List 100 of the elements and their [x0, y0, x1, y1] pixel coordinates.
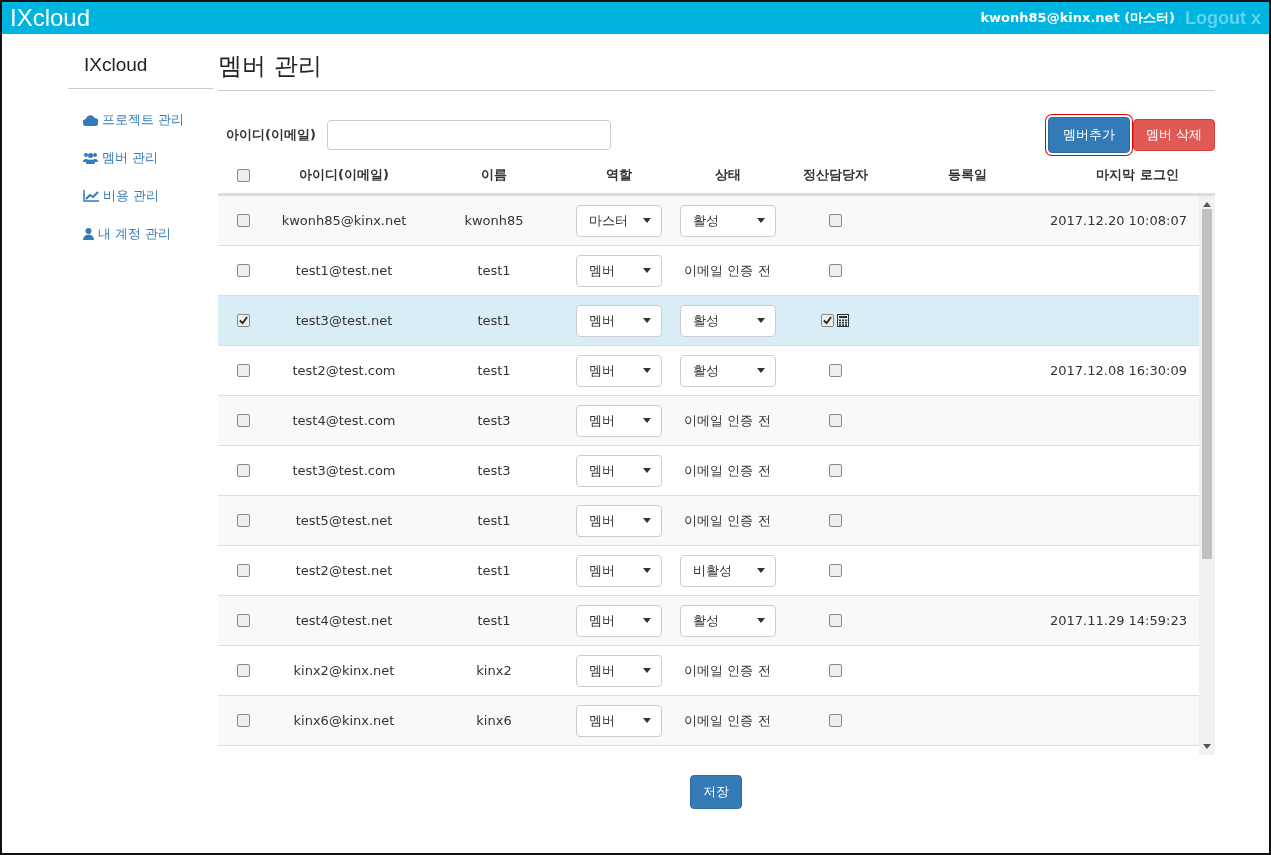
email-cell-text: test2@test.com [291, 363, 397, 378]
caret-icon [756, 368, 765, 373]
billing-checkbox[interactable] [828, 564, 842, 577]
email-cell-text: test5@test.net [294, 513, 394, 528]
row-checkbox[interactable] [236, 414, 250, 427]
sidebar-item[interactable]: 프로젝트 관리 [83, 111, 213, 129]
column-header: 역할 [605, 166, 633, 184]
row-checkbox[interactable] [236, 614, 250, 627]
row-checkbox[interactable] [236, 714, 250, 727]
role-select[interactable]: 멤버 [576, 304, 662, 337]
row-checkbox[interactable] [236, 314, 250, 327]
app-brand: IXcloud [10, 4, 92, 32]
billing-checkbox[interactable] [828, 264, 842, 277]
page-title: 멤버 관리 [218, 34, 1215, 91]
role-select[interactable]: 멤버 [576, 254, 662, 287]
caret-icon [643, 468, 651, 473]
column-header: 마지막 로그인 [1095, 166, 1180, 184]
caret-icon [643, 668, 651, 673]
name-cell-text: test3 [476, 413, 512, 428]
line-chart-icon [83, 190, 99, 202]
name-cell-text: test1 [476, 263, 512, 278]
billing-checkbox[interactable] [828, 414, 842, 427]
role-select[interactable]: 멤버 [576, 654, 662, 687]
caret-icon [643, 568, 651, 573]
sidebar-item[interactable]: 비용 관리 [83, 187, 213, 205]
email-cell-text: kinx6@kinx.net [292, 713, 396, 728]
caret-icon [643, 318, 651, 323]
billing-checkbox[interactable] [828, 664, 842, 677]
billing-checkbox[interactable] [828, 714, 842, 727]
billing-checkbox[interactable] [828, 364, 842, 377]
search-field[interactable] [326, 120, 611, 150]
status-select[interactable]: 활성 [679, 304, 776, 337]
status-select[interactable]: 활성 [679, 604, 776, 637]
row-checkbox[interactable] [236, 564, 250, 577]
billing-checkbox[interactable] [828, 614, 842, 627]
status-select[interactable]: 활성 [679, 354, 776, 387]
users-icon [83, 152, 98, 164]
billing-checkbox[interactable] [821, 314, 834, 327]
scroll-up-icon[interactable] [1202, 202, 1211, 207]
scroll-down-icon[interactable] [1202, 744, 1211, 749]
name-cell-text: kinx2 [475, 663, 513, 678]
email-cell-text: kwonh85@kinx.net [280, 213, 408, 228]
cloud-icon [83, 114, 98, 126]
email-cell-text: test3@test.com [291, 463, 397, 478]
status-text: 이메일 인증 전 [684, 261, 771, 280]
row-checkbox[interactable] [236, 214, 250, 227]
row-checkbox[interactable] [236, 514, 250, 527]
last-login-cell: 2017.12.08 16:30:09 [1050, 363, 1187, 378]
name-cell-text: test1 [476, 313, 512, 328]
status-select[interactable]: 활성 [679, 204, 776, 237]
status-text: 이메일 인증 전 [684, 711, 771, 730]
billing-checkbox[interactable] [828, 214, 842, 227]
row-checkbox[interactable] [236, 364, 250, 377]
name-cell-text: kinx6 [475, 713, 513, 728]
email-cell-text: kinx2@kinx.net [292, 663, 396, 678]
column-header: 상태 [713, 166, 742, 184]
caret-icon [643, 418, 651, 423]
row-checkbox[interactable] [236, 464, 250, 477]
user-icon [83, 228, 94, 240]
caret-icon [756, 318, 765, 323]
role-select[interactable]: 멤버 [576, 454, 662, 487]
status-select[interactable]: 비활성 [679, 554, 776, 587]
caret-icon [756, 218, 765, 223]
role-select[interactable]: 멤버 [576, 354, 662, 387]
caret-icon [643, 618, 651, 623]
column-header: 정산담당자 [801, 166, 869, 184]
billing-checkbox[interactable] [828, 464, 842, 477]
billing-checkbox[interactable] [828, 514, 842, 527]
last-login-cell: 2017.11.29 14:59:23 [1050, 613, 1187, 628]
status-text: 이메일 인증 전 [684, 661, 771, 680]
caret-icon [756, 568, 765, 573]
role-select[interactable]: 멤버 [576, 504, 662, 537]
email-cell-text: test4@test.net [294, 613, 394, 628]
status-text: 이메일 인증 전 [684, 461, 771, 480]
sidebar-item[interactable]: 내 계정 관리 [83, 225, 213, 243]
role-select[interactable]: 멤버 [576, 554, 662, 587]
role-select[interactable]: 멤버 [576, 604, 662, 637]
select-all-checkbox[interactable] [236, 168, 250, 182]
delete-member-button[interactable]: 멤버 삭제 [1132, 119, 1215, 151]
role-select[interactable]: 멤버 [576, 404, 662, 437]
status-text: 이메일 인증 전 [684, 411, 771, 430]
caret-icon [643, 368, 651, 373]
name-cell-text: test3 [476, 463, 512, 478]
row-checkbox[interactable] [236, 664, 250, 677]
add-member-button[interactable]: 멤버추가 [1047, 117, 1130, 153]
column-header: 등록일 [947, 166, 988, 184]
status-text: 이메일 인증 전 [684, 511, 771, 530]
save-button[interactable]: 저장 [690, 775, 743, 809]
role-select[interactable]: 멤버 [576, 704, 662, 737]
email-cell-text: test2@test.net [294, 563, 394, 578]
email-cell-text: test3@test.net [294, 313, 394, 328]
sidebar-item[interactable]: 멤버 관리 [83, 149, 213, 167]
role-select[interactable]: 마스터 [576, 204, 662, 237]
calculator-icon [837, 314, 849, 327]
email-cell-text: test4@test.com [291, 413, 397, 428]
name-cell-text: test1 [476, 563, 512, 578]
caret-icon [643, 218, 651, 223]
name-cell-text: kwonh85 [463, 213, 525, 228]
user-account: kwonh85@kinx.net (마스터) [980, 9, 1175, 27]
row-checkbox[interactable] [236, 264, 250, 277]
